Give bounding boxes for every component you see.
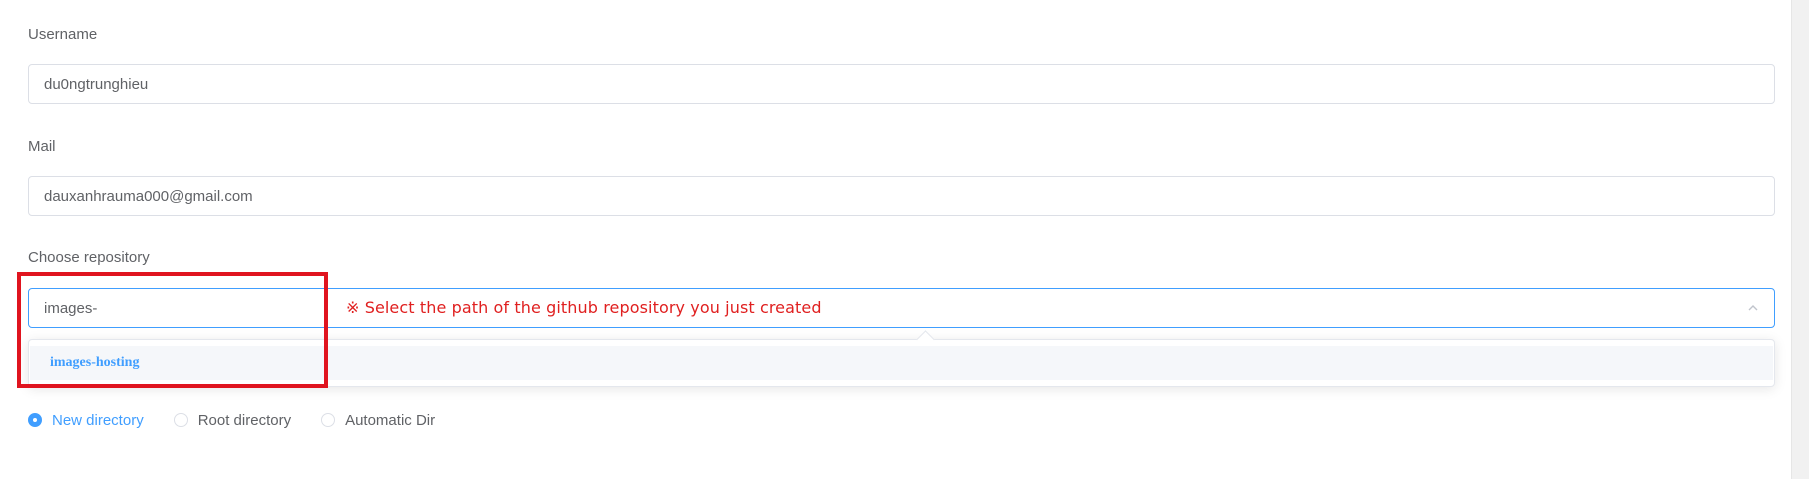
repository-input-value: images- xyxy=(44,299,98,317)
repository-dropdown: images-hosting xyxy=(28,330,1775,387)
chevron-up-icon[interactable] xyxy=(1746,301,1760,315)
directory-radio-group: New directory Root directory Automatic D… xyxy=(28,410,465,430)
repository-option-images-hosting[interactable]: images-hosting xyxy=(30,346,1773,380)
username-field[interactable]: du0ngtrunghieu xyxy=(28,64,1775,104)
radio-automatic-dir[interactable]: Automatic Dir xyxy=(321,412,435,429)
mail-label: Mail xyxy=(28,138,56,155)
radio-new-directory[interactable]: New directory xyxy=(28,412,144,429)
mail-field[interactable]: dauxanhrauma000@gmail.com xyxy=(28,176,1775,216)
radio-root-directory-label: Root directory xyxy=(197,411,292,429)
radio-unchecked-icon[interactable] xyxy=(173,413,188,427)
radio-root-directory[interactable]: Root directory xyxy=(173,411,292,429)
username-value: du0ngtrunghieu xyxy=(44,75,149,93)
radio-automatic-dir-label: Automatic Dir xyxy=(345,411,436,429)
radio-checked-icon[interactable] xyxy=(28,413,42,427)
repository-hint: ※ Select the path of the github reposito… xyxy=(346,298,822,317)
username-label: Username xyxy=(28,26,98,43)
radio-new-directory-label: New directory xyxy=(52,411,144,429)
radio-unchecked-icon[interactable] xyxy=(321,413,336,427)
page-scrollbar[interactable] xyxy=(1791,0,1809,479)
repository-select-input[interactable]: images- xyxy=(28,288,1775,328)
repository-label: Choose repository xyxy=(28,249,150,266)
mail-value: dauxanhrauma000@gmail.com xyxy=(44,187,253,205)
